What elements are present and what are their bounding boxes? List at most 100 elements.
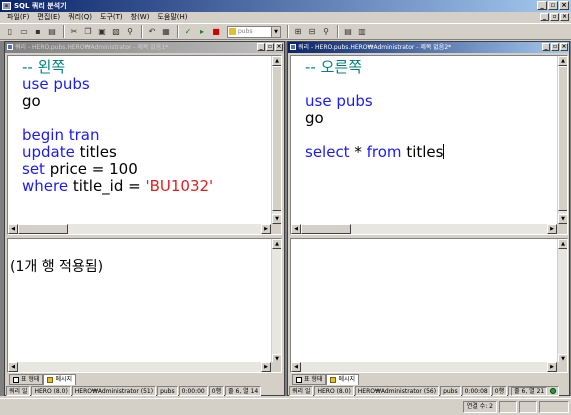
insert-template-icon[interactable]: ▤ <box>46 26 58 38</box>
show-execution-plan-icon[interactable]: ⊞ <box>292 26 304 38</box>
scroll-thumb[interactable] <box>558 66 567 211</box>
scroll-up-icon[interactable]: ▲ <box>272 239 281 249</box>
tab-messages[interactable]: 메시지 <box>326 374 360 385</box>
query-window-icon <box>290 44 296 50</box>
close-button[interactable]: × <box>560 43 568 51</box>
scroll-right-icon[interactable]: ▶ <box>547 224 557 234</box>
close-button[interactable]: × <box>559 1 569 10</box>
tab-label: 표 형태 <box>304 375 323 383</box>
status-elapsed-time: 0:00:00 <box>178 386 208 396</box>
scroll-down-icon[interactable]: ▼ <box>558 214 567 224</box>
find-icon[interactable]: ⚲ <box>124 26 136 38</box>
results-pane[interactable]: ▲ ▼ ◀ ▶ <box>290 238 568 373</box>
query-editor[interactable]: -- 오른쪽 use pubs go select * from titles … <box>290 55 568 235</box>
status-elapsed-time: 0:00:08 <box>461 386 491 396</box>
object-browser-icon[interactable]: ⊟ <box>306 26 318 38</box>
save-icon[interactable]: ▪ <box>32 26 44 38</box>
object-search-icon[interactable]: ⚲ <box>320 26 332 38</box>
minimize-button[interactable]: _ <box>542 43 550 51</box>
editor-vertical-scrollbar[interactable]: ▲ ▼ <box>557 56 567 224</box>
query-window-titlebar[interactable]: 쿼리 - HERO.pubs.HERO₩Administrator - 제목 없… <box>5 42 284 53</box>
scroll-thumb[interactable] <box>301 224 351 234</box>
database-select[interactable]: pubs ▼ <box>227 25 281 38</box>
code-keyword: set <box>22 160 45 178</box>
scroll-right-icon[interactable]: ▶ <box>547 362 557 372</box>
scroll-thumb[interactable] <box>272 66 281 211</box>
code-keyword: where <box>22 177 69 195</box>
status-user: HERO₩Administrator (56) <box>354 386 440 396</box>
code-text-segment: titles <box>401 143 444 161</box>
paste-icon[interactable]: ▣ <box>96 26 108 38</box>
tab-grid[interactable]: 표 형태 <box>292 374 327 385</box>
menu-window[interactable]: 창(W) <box>127 12 154 23</box>
status-cursor-position: 줄 6, 열 14 <box>225 386 262 396</box>
scroll-right-icon[interactable]: ▶ <box>261 362 271 372</box>
mdi-restore-button[interactable]: ▫ <box>550 13 559 21</box>
menu-edit[interactable]: 편집(E) <box>33 12 64 23</box>
results-vertical-scrollbar[interactable]: ▲ ▼ <box>271 239 281 364</box>
scroll-up-icon[interactable]: ▲ <box>558 56 567 66</box>
close-button[interactable]: × <box>275 43 283 51</box>
show-results-pane-icon[interactable]: ▥ <box>356 26 368 38</box>
results-horizontal-scrollbar[interactable]: ◀ ▶ <box>8 362 271 372</box>
tab-messages[interactable]: 메시지 <box>43 374 77 385</box>
minimize-button[interactable]: _ <box>257 43 265 51</box>
mdi-close-button[interactable]: × <box>560 13 569 21</box>
scroll-up-icon[interactable]: ▲ <box>272 56 281 66</box>
code-line: begin tran <box>22 126 100 144</box>
cut-icon[interactable]: ✂ <box>68 26 80 38</box>
editor-horizontal-scrollbar[interactable]: ◀ ▶ <box>8 224 271 234</box>
mdi-minimize-button[interactable]: _ <box>540 13 549 21</box>
scroll-up-icon[interactable]: ▲ <box>558 239 567 249</box>
status-cursor-position-text: 줄 6, 열 21 <box>511 387 548 396</box>
minimize-button[interactable]: _ <box>537 1 547 10</box>
editor-vertical-scrollbar[interactable]: ▲ ▼ <box>271 56 281 224</box>
undo-icon[interactable]: ↶ <box>146 26 158 38</box>
scroll-left-icon[interactable]: ◀ <box>8 362 18 372</box>
cancel-query-icon[interactable]: ■ <box>210 26 222 38</box>
parse-check-icon[interactable]: ✓ <box>182 26 194 38</box>
scroll-left-icon[interactable]: ◀ <box>291 224 301 234</box>
tab-grid[interactable]: 표 형태 <box>9 374 44 385</box>
scroll-down-icon[interactable]: ▼ <box>272 214 281 224</box>
code-text-segment: title_id = <box>68 177 146 195</box>
editor-horizontal-scrollbar[interactable]: ◀ ▶ <box>291 224 557 234</box>
query-window-right[interactable]: 쿼리 - HERO.pubs.HERO₩Administrator - 제목 없… <box>287 41 570 396</box>
scroll-left-icon[interactable]: ◀ <box>8 224 18 234</box>
maximize-button[interactable]: ▫ <box>551 43 559 51</box>
execute-icon[interactable]: ▸ <box>196 26 208 38</box>
status-cursor-position: 줄 6, 열 21 <box>508 386 560 396</box>
scroll-right-icon[interactable]: ▶ <box>261 224 271 234</box>
results-pane[interactable]: (1개 행 적용됨) ▲ ▼ ◀ ▶ <box>7 238 282 373</box>
size-grip <box>271 362 281 372</box>
results-message: (1개 행 적용됨) <box>10 259 104 275</box>
menu-file[interactable]: 파일(F) <box>3 12 33 23</box>
scroll-left-icon[interactable]: ◀ <box>291 362 301 372</box>
open-folder-icon[interactable]: ▭ <box>18 26 30 38</box>
maximize-button[interactable]: ▫ <box>548 1 558 10</box>
query-editor[interactable]: -- 왼쪽 use pubs go begin tran update titl… <box>7 55 282 235</box>
query-window-left[interactable]: 쿼리 - HERO.pubs.HERO₩Administrator - 제목 없… <box>4 41 285 396</box>
code-keyword: update <box>22 143 75 161</box>
code-text[interactable]: -- 오른쪽 use pubs go select * from titles <box>305 59 445 161</box>
clear-window-icon[interactable]: ▧ <box>110 26 122 38</box>
code-text[interactable]: -- 왼쪽 use pubs go begin tran update titl… <box>22 59 213 195</box>
chevron-down-icon[interactable]: ▼ <box>271 26 280 37</box>
globe-icon <box>550 388 557 394</box>
maximize-button[interactable]: ▫ <box>266 43 274 51</box>
status-mode: 쿼리 일 <box>6 386 31 396</box>
current-connection-properties-icon[interactable]: ▤ <box>342 26 354 38</box>
scroll-thumb[interactable] <box>18 224 68 234</box>
new-query-icon[interactable]: ▯ <box>4 26 16 38</box>
app-icon: ▪ <box>2 2 11 10</box>
results-vertical-scrollbar[interactable]: ▲ ▼ <box>557 239 567 364</box>
database-select-value: pubs <box>238 28 253 35</box>
menu-tools[interactable]: 도구(T) <box>96 12 127 23</box>
results-horizontal-scrollbar[interactable]: ◀ ▶ <box>291 362 557 372</box>
query-window-titlebar[interactable]: 쿼리 - HERO.pubs.HERO₩Administrator - 제목 없… <box>288 42 569 53</box>
results-mode-icon[interactable]: ▦ <box>160 26 172 38</box>
copy-icon[interactable]: ❐ <box>82 26 94 38</box>
menu-help[interactable]: 도움말(H) <box>153 12 191 23</box>
menu-query[interactable]: 쿼리(Q) <box>64 12 96 23</box>
code-text-segment: price = 100 <box>44 160 138 178</box>
